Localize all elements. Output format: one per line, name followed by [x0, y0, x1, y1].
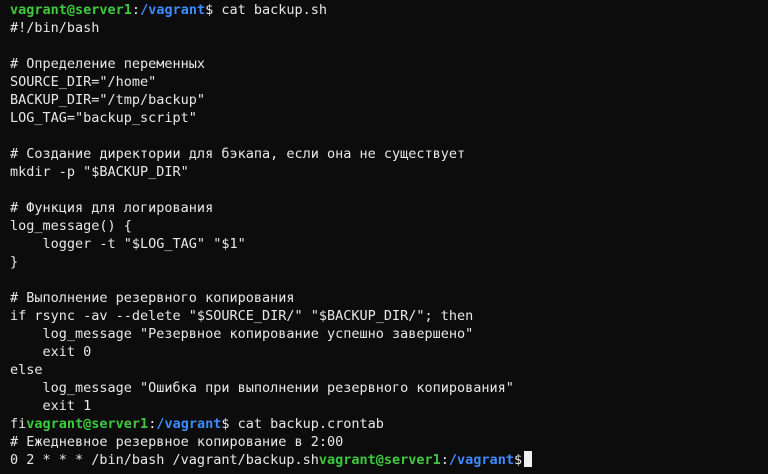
output-line: SOURCE_DIR="/home"	[10, 74, 157, 90]
command-text: cat backup.sh	[213, 2, 328, 18]
command-text: cat backup.crontab	[229, 416, 384, 432]
output-line: else	[10, 362, 43, 378]
prompt-symbol: $	[205, 2, 214, 18]
output-line: exit 1	[10, 398, 92, 414]
output-line: # Создание директории для бэкапа, если о…	[10, 146, 466, 162]
prompt-colon: :	[131, 2, 141, 18]
output-line: BACKUP_DIR="/tmp/backup"	[10, 92, 206, 108]
output-line: if rsync -av --delete "$SOURCE_DIR/" "$B…	[10, 308, 474, 324]
prompt-path: /vagrant	[140, 2, 206, 18]
terminal-cursor[interactable]	[524, 451, 533, 467]
prompt-symbol: $	[221, 416, 230, 432]
prompt-user-host: vagrant@server1	[26, 416, 149, 432]
prompt-user-host: vagrant@server1	[318, 452, 441, 468]
prompt-path: /vagrant	[156, 416, 222, 432]
output-line: exit 0	[10, 344, 92, 360]
prompt-symbol: $	[513, 452, 523, 468]
output-line: #!/bin/bash	[10, 20, 100, 36]
prompt-line-cat-script: vagrant@server1:/vagrant$ cat backup.sh	[10, 1, 768, 19]
output-line: # Выполнение резервного копирования	[10, 290, 295, 306]
output-line: mkdir -p "$BACKUP_DIR"	[10, 164, 189, 180]
output-line: log_message() {	[10, 218, 132, 234]
prompt-user-host: vagrant@server1	[10, 2, 132, 18]
prompt-path: /vagrant	[448, 452, 514, 468]
prompt-colon: :	[440, 452, 449, 468]
output-tail-text: 0 2 * * * /bin/bash /vagrant/backup.sh	[10, 452, 319, 468]
output-line: }	[10, 254, 19, 270]
output-line: log_message "Ошибка при выполнении резер…	[10, 380, 514, 396]
prompt-line-cat-crontab: fivagrant@server1:/vagrant$ cat backup.c…	[10, 415, 768, 433]
output-line: # Функция для логирования	[10, 200, 214, 216]
output-line: log_message "Резервное копирование успеш…	[10, 326, 474, 342]
output-line: # Ежедневное резервное копирование в 2:0…	[10, 434, 344, 450]
output-line: # Определение переменных	[10, 56, 206, 72]
output-line: LOG_TAG="backup_script"	[10, 110, 197, 126]
output-tail-text: fi	[10, 416, 27, 432]
output-line: logger -t "$LOG_TAG" "$1"	[10, 236, 246, 252]
terminal-window[interactable]: vagrant@server1:/vagrant$ cat backup.sh …	[0, 1, 768, 474]
prompt-line-current: 0 2 * * * /bin/bash /vagrant/backup.shva…	[10, 451, 768, 469]
